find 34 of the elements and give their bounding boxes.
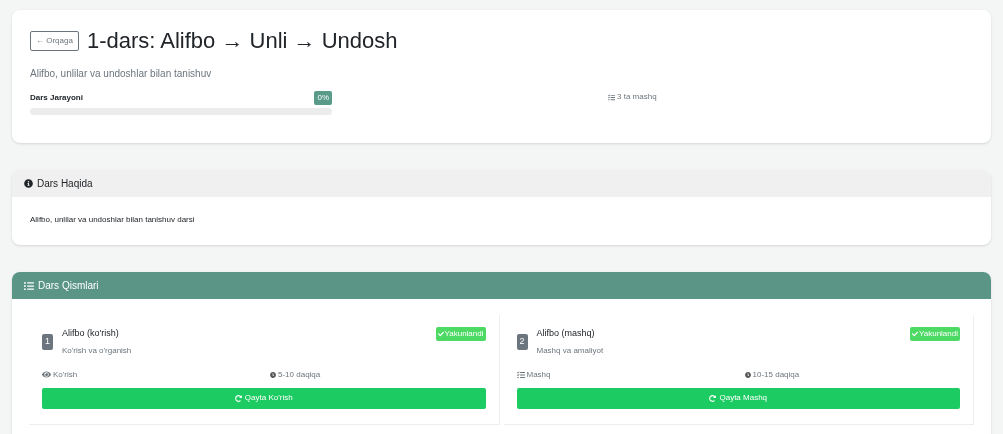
back-button[interactable]: ← Orqaga	[30, 31, 79, 51]
action-button[interactable]: Qayta Ko'rish	[42, 387, 486, 409]
clock-icon	[270, 371, 276, 378]
check-icon	[437, 331, 444, 337]
part-type: Mashq	[516, 368, 745, 381]
part-duration: 5-10 daqiqa	[270, 368, 321, 381]
progress-label: Dars Jarayoni	[30, 92, 83, 104]
redo-icon	[709, 394, 717, 402]
exercise-count: 3 ta mashq	[617, 91, 657, 103]
part-title: Alifbo (ko'rish)	[62, 327, 120, 340]
lesson-title: 1-dars: Alifbo → Unli → Undosh	[86, 30, 398, 52]
part-number: 1	[42, 334, 53, 350]
redo-icon	[234, 394, 242, 402]
part-subtitle: Mashq va amaliyot	[536, 344, 605, 357]
lesson-subtitle: Alifbo, unlilar va undoshlar bilan tanishuv	[30, 67, 213, 81]
list-icon	[516, 370, 525, 379]
part-subtitle: Ko'rish va o'rganish	[62, 344, 133, 357]
clock-icon	[744, 371, 751, 378]
status-badge: Yakunlandi	[910, 327, 960, 341]
about-text: Alifbo, unlilar va undoshlar bilan tanishuv darsi	[29, 214, 196, 226]
list-icon	[608, 93, 615, 101]
eye-icon	[42, 370, 51, 379]
part-title: Alifbo (mashq)	[536, 327, 596, 340]
progress-percent: 0%	[314, 91, 332, 105]
part-type: Ko'rish	[42, 368, 270, 381]
info-icon	[24, 179, 33, 188]
check-icon	[912, 331, 918, 337]
status-badge: Yakunlandi	[435, 327, 486, 341]
action-button[interactable]: Qayta Mashq	[516, 387, 960, 409]
list-icon	[24, 280, 34, 291]
part-duration: 10-15 daqiqa	[744, 368, 800, 381]
part-number: 2	[516, 334, 528, 350]
about-title: Dars Haqida	[37, 177, 93, 191]
parts-title: Dars Qismlari	[38, 279, 99, 293]
